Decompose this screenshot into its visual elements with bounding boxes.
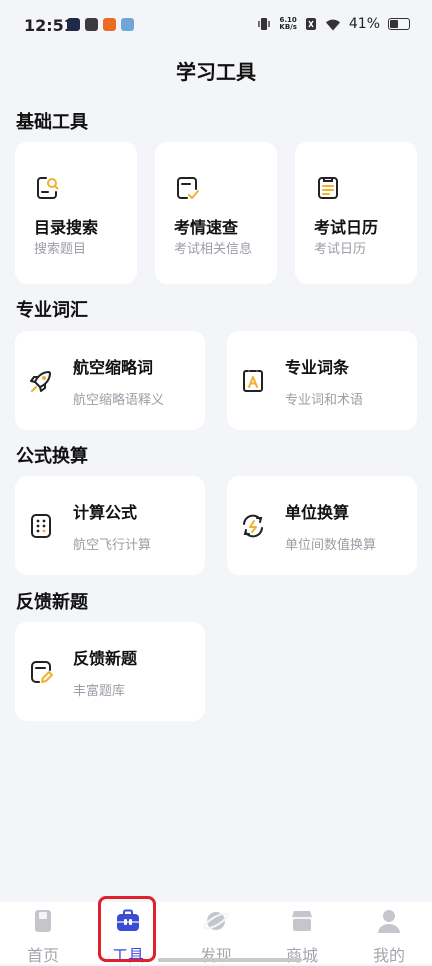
aviation-abbrev-card[interactable]: 航空缩略词 航空缩略语释义 xyxy=(15,331,205,430)
rocket-icon xyxy=(30,371,51,393)
tab-label: 我的 xyxy=(372,946,405,965)
card-title: 目录搜索 xyxy=(34,218,99,237)
tab-label: 商城 xyxy=(285,946,318,965)
calculator-icon xyxy=(31,514,51,538)
card-subtitle: 考试相关信息 xyxy=(174,242,253,257)
unit-convert-card[interactable]: 单位换算 单位间数值换算 xyxy=(227,476,417,575)
card-title: 反馈新题 xyxy=(73,649,138,668)
wifi-icon xyxy=(325,19,340,30)
calc-formula-card[interactable]: 计算公式 航空飞行计算 xyxy=(15,476,205,575)
card-title: 计算公式 xyxy=(73,503,138,522)
app-notification-icon xyxy=(85,18,98,31)
shop-icon xyxy=(292,911,312,931)
card-subtitle: 单位间数值换算 xyxy=(285,538,377,553)
user-icon xyxy=(378,910,400,933)
status-right: 6.10 KB/s 41% xyxy=(257,16,410,32)
card-title: 航空缩略词 xyxy=(73,358,154,377)
bottom-tab-bar: 首页 工具 发现 商城 我的 xyxy=(0,902,432,966)
card-title: 专业词条 xyxy=(285,358,350,377)
exam-calendar-icon xyxy=(318,177,338,199)
glossary-card[interactable]: 专业词条 专业词和术语 xyxy=(227,331,417,430)
app-notification-icon xyxy=(121,18,134,31)
exam-check-card[interactable]: 考情速查 考试相关信息 xyxy=(155,142,277,284)
feedback-edit-icon xyxy=(31,661,53,683)
battery-percent: 41% xyxy=(348,16,380,32)
tab-label: 发现 xyxy=(199,946,232,965)
tab-home[interactable]: 首页 xyxy=(13,908,73,966)
feedback-new-question-card[interactable]: 反馈新题 丰富题库 xyxy=(15,622,205,721)
page-title: 学习工具 xyxy=(176,60,256,84)
card-title: 考试日历 xyxy=(314,218,379,237)
tab-mine[interactable]: 我的 xyxy=(359,908,419,966)
unit-convert-icon xyxy=(243,514,263,538)
home-book-icon xyxy=(35,910,51,932)
app-notification-icon xyxy=(103,18,116,31)
network-speed: 6.10 KB/s xyxy=(279,16,297,31)
home-indicator xyxy=(158,958,302,962)
sim-icon xyxy=(305,18,316,30)
section-title-feedback: 反馈新题 xyxy=(16,592,88,613)
section-title-formula: 公式换算 xyxy=(16,446,88,467)
section-title-basic: 基础工具 xyxy=(16,112,88,133)
planet-icon xyxy=(203,912,229,930)
exam-check-icon xyxy=(177,177,199,199)
card-subtitle: 航空缩略语释义 xyxy=(73,393,165,408)
card-title: 单位换算 xyxy=(285,503,350,522)
status-bar: 12:51 6.10 KB/s 41% xyxy=(0,0,432,52)
app-notification-icon xyxy=(67,18,80,31)
tab-tools-highlight-box xyxy=(98,896,156,962)
card-subtitle: 搜索题目 xyxy=(34,242,87,257)
glossary-icon xyxy=(243,370,263,392)
card-subtitle: 专业词和术语 xyxy=(285,393,364,408)
vibrate-icon xyxy=(258,18,271,30)
card-subtitle: 航空飞行计算 xyxy=(73,538,152,553)
catalog-search-card[interactable]: 目录搜索 搜索题目 xyxy=(15,142,137,284)
section-title-vocab: 专业词汇 xyxy=(16,300,88,321)
notification-icons xyxy=(67,18,134,31)
catalog-search-icon xyxy=(37,177,59,199)
card-subtitle: 丰富题库 xyxy=(73,684,126,699)
card-title: 考情速查 xyxy=(174,218,239,237)
battery-icon xyxy=(388,18,410,30)
card-subtitle: 考试日历 xyxy=(314,242,367,257)
tab-label: 首页 xyxy=(26,946,59,965)
exam-calendar-card[interactable]: 考试日历 考试日历 xyxy=(295,142,417,284)
